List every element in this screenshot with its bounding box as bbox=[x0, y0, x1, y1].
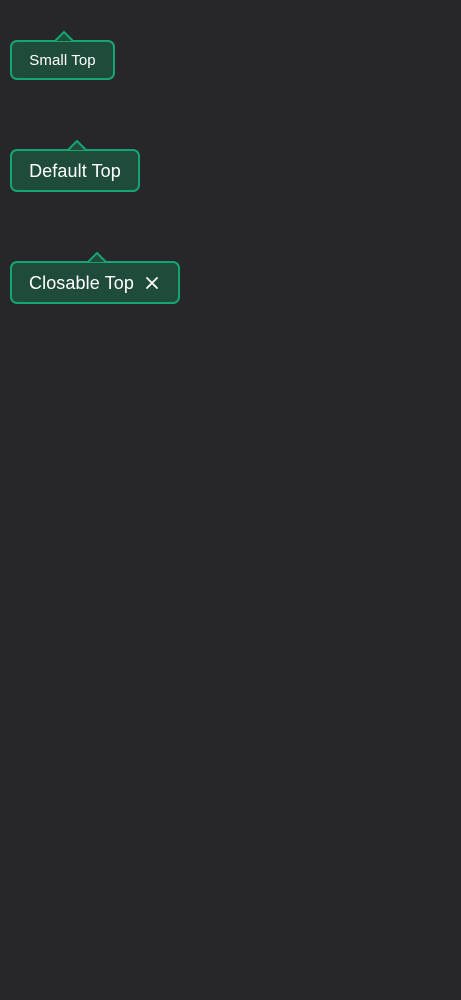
close-button[interactable] bbox=[144, 273, 161, 293]
default-top-label: Default Top bbox=[29, 160, 121, 181]
default-top-tooltip: Default Top bbox=[10, 140, 140, 192]
small-top-label: Small Top bbox=[29, 51, 96, 69]
closable-top-label: Closable Top bbox=[29, 272, 134, 293]
tooltip-arrow bbox=[54, 31, 74, 42]
small-top-tooltip: Small Top bbox=[10, 31, 115, 80]
tooltip-arrow bbox=[67, 140, 87, 151]
close-icon bbox=[146, 276, 159, 289]
closable-top-tooltip: Closable Top bbox=[10, 252, 180, 304]
tooltip-arrow bbox=[87, 252, 107, 263]
